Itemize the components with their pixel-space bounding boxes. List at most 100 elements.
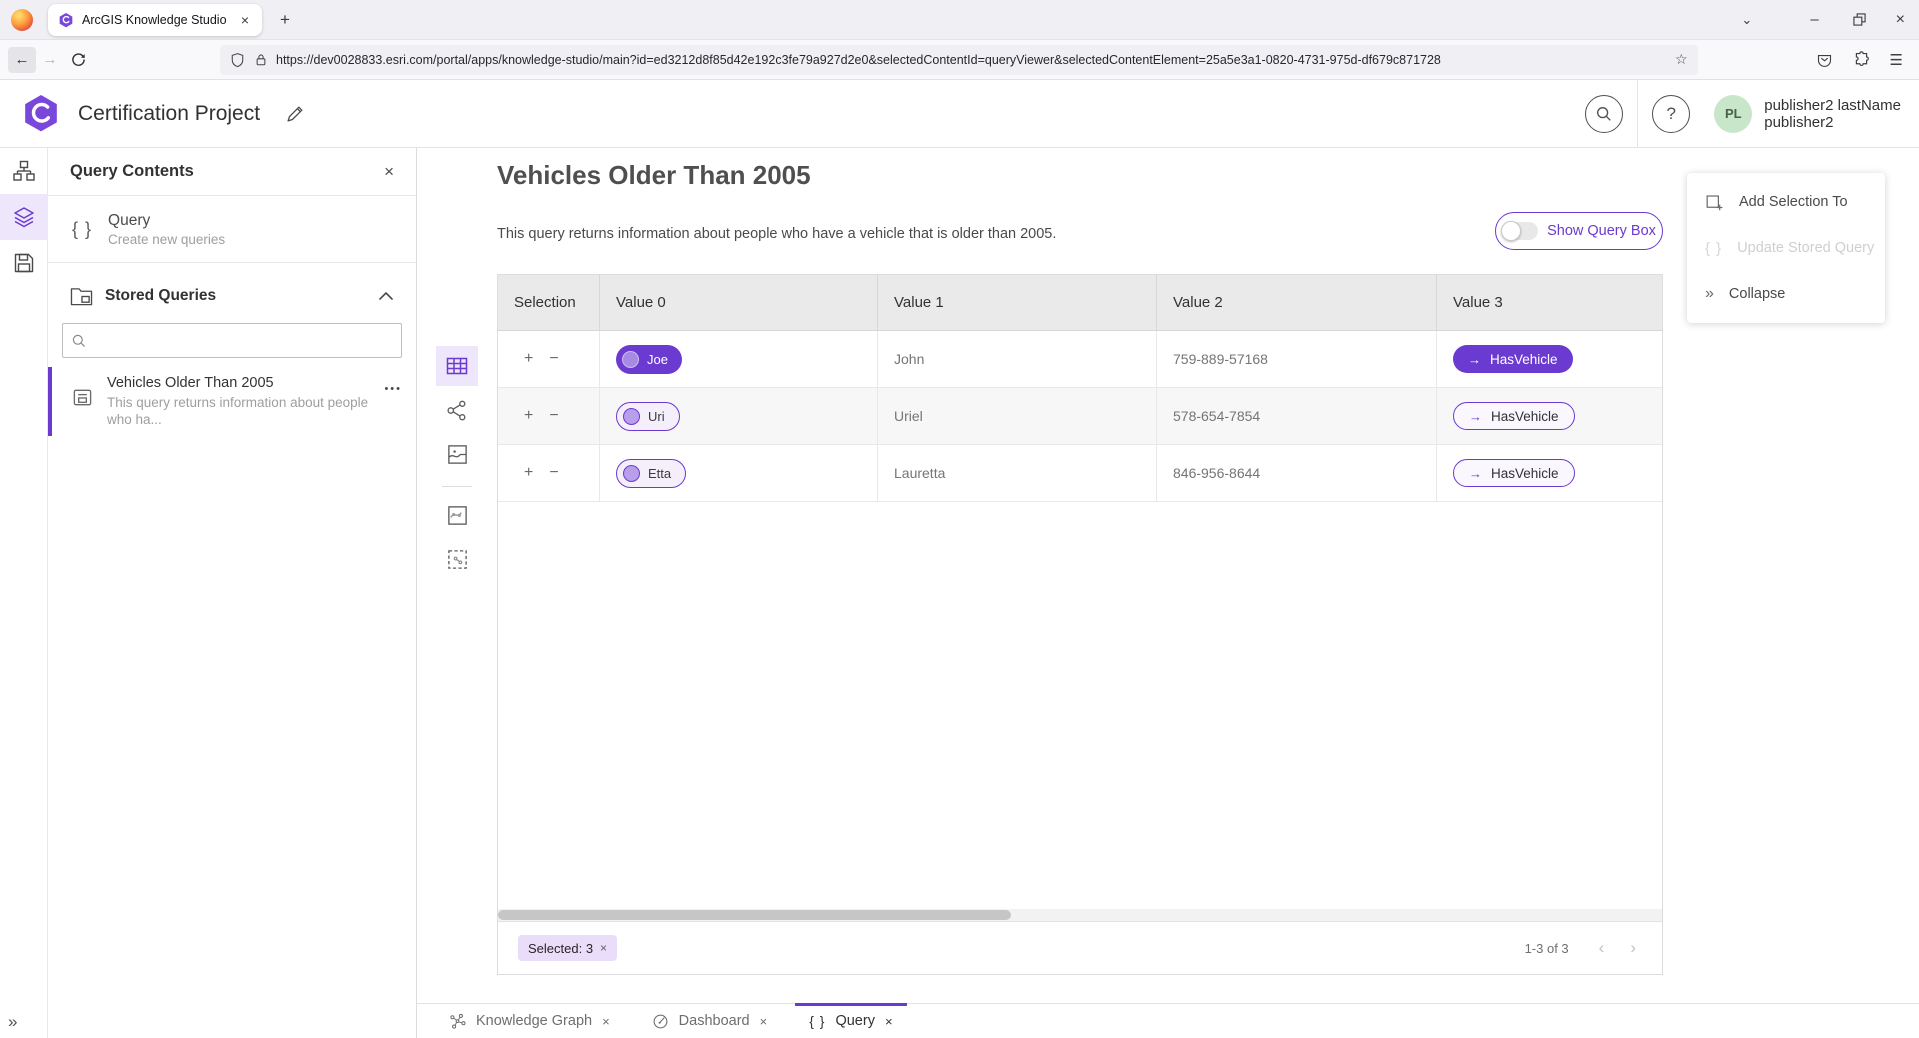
remove-selection-icon[interactable]: − (549, 465, 558, 481)
menu-hamburger-icon[interactable]: ☰ (1890, 51, 1903, 69)
selection-tool-button[interactable] (436, 539, 478, 579)
collapse-icon: » (1705, 285, 1714, 303)
bookmark-star-icon[interactable]: ☆ (1675, 51, 1688, 68)
add-selection-icon[interactable]: + (524, 351, 533, 367)
edit-project-button[interactable] (284, 103, 306, 125)
horizontal-scrollbar[interactable] (498, 909, 1662, 921)
table-row: + − Joe John 759-889-57168 → (498, 331, 1662, 388)
pocket-icon[interactable] (1816, 52, 1833, 68)
tab-knowledge-graph[interactable]: Knowledge Graph × (435, 1004, 624, 1038)
entity-chip[interactable]: Uri (616, 402, 680, 431)
stored-query-title: Vehicles Older Than 2005 (107, 375, 384, 391)
entity-label: Joe (647, 352, 668, 367)
scrollbar-thumb[interactable] (498, 910, 1011, 920)
rail-item-save[interactable] (0, 240, 48, 286)
window-restore-button[interactable] (1853, 13, 1866, 26)
rail-item-data-model[interactable] (0, 148, 48, 194)
table-row: + − Etta Lauretta 846-956-8644 → (498, 445, 1662, 502)
knowledge-graph-icon (449, 1013, 466, 1030)
help-button[interactable]: ? (1652, 95, 1690, 133)
stored-query-item[interactable]: Vehicles Older Than 2005 This query retu… (48, 367, 416, 436)
tab-close-icon[interactable]: × (760, 1014, 768, 1029)
table-view-button[interactable] (436, 346, 478, 386)
search-input[interactable] (93, 333, 393, 349)
menu-item-update-stored-query[interactable]: { } Update Stored Query (1687, 225, 1885, 271)
toolbar-divider (442, 486, 472, 487)
tab-dashboard[interactable]: Dashboard × (638, 1004, 782, 1038)
tab-query[interactable]: { } Query × (795, 1004, 906, 1038)
avatar[interactable]: PL (1714, 95, 1752, 133)
entity-label: Uri (648, 409, 665, 424)
arrow-right-icon: → (1468, 352, 1481, 367)
more-options-icon[interactable]: ••• (384, 383, 402, 428)
project-title: Certification Project (78, 102, 260, 126)
stored-queries-search[interactable] (62, 323, 402, 358)
next-page-button[interactable]: › (1630, 938, 1636, 958)
remove-selection-icon[interactable]: − (549, 408, 558, 424)
relationship-chip[interactable]: → HasVehicle (1453, 345, 1573, 373)
relationship-chip[interactable]: → HasVehicle (1453, 459, 1575, 487)
forward-button[interactable]: → (36, 47, 64, 73)
reload-button[interactable] (64, 47, 92, 73)
column-header[interactable]: Value 3 (1437, 275, 1662, 330)
rail-expand-icon[interactable]: » (8, 1012, 17, 1032)
stored-query-icon (72, 387, 93, 408)
selection-cell: + − (498, 388, 600, 444)
arcgis-knowledge-logo (22, 93, 60, 135)
column-header[interactable]: Value 0 (600, 275, 878, 330)
menu-item-add-selection-to[interactable]: Add Selection To (1687, 179, 1885, 225)
window-close-button[interactable]: × (1896, 11, 1905, 29)
braces-icon: { } (1705, 240, 1722, 257)
entity-dot-icon (623, 408, 640, 425)
back-button[interactable]: ← (8, 47, 36, 73)
toggle-switch[interactable] (1502, 222, 1538, 240)
selected-count-chip[interactable]: Selected: 3 × (518, 935, 617, 961)
new-tab-button[interactable]: + (280, 10, 290, 30)
entity-chip[interactable]: Joe (616, 345, 682, 374)
column-header[interactable]: Value 2 (1157, 275, 1437, 330)
new-query-item[interactable]: { } Query Create new queries (48, 196, 416, 263)
table-row: + − Uri Uriel 578-654-7854 → (498, 388, 1662, 445)
entity-chip[interactable]: Etta (616, 459, 686, 488)
lock-icon (254, 52, 268, 67)
window-minimize-button[interactable]: – (1810, 11, 1818, 28)
column-header[interactable]: Selection (498, 275, 600, 330)
menu-item-collapse[interactable]: » Collapse (1687, 271, 1885, 317)
urlbar-actions: ☰ (1816, 51, 1903, 69)
relationship-chip[interactable]: → HasVehicle (1453, 402, 1575, 430)
rail-item-contents[interactable] (0, 194, 48, 240)
reload-icon (71, 52, 86, 67)
tab-close-icon[interactable]: × (238, 12, 252, 28)
remove-selection-icon[interactable]: − (549, 351, 558, 367)
add-to-map-button[interactable] (436, 495, 478, 535)
page: ArcGIS Knowledge Studio × + ⌄ – × ← → (0, 0, 1919, 1038)
map-view-button[interactable] (436, 434, 478, 474)
user-block[interactable]: publisher2 lastName publisher2 (1764, 97, 1901, 131)
url-field[interactable]: https://dev0028833.esri.com/portal/apps/… (220, 45, 1698, 75)
global-search-button[interactable] (1585, 95, 1623, 133)
link-chart-view-button[interactable] (436, 390, 478, 430)
tab-close-icon[interactable]: × (885, 1014, 893, 1029)
tab-list-chevron-icon[interactable]: ⌄ (1741, 12, 1752, 28)
hierarchy-icon (13, 160, 35, 182)
menu-label: Add Selection To (1739, 194, 1848, 210)
panel-close-icon[interactable]: × (384, 162, 394, 182)
browser-tab[interactable]: ArcGIS Knowledge Studio × (48, 4, 262, 36)
selection-cell: + − (498, 445, 600, 501)
tab-close-icon[interactable]: × (602, 1014, 610, 1029)
previous-page-button[interactable]: ‹ (1599, 938, 1605, 958)
show-query-box-toggle[interactable]: Show Query Box (1495, 212, 1663, 250)
add-selection-icon[interactable]: + (524, 408, 533, 424)
clear-selection-icon[interactable]: × (600, 941, 607, 955)
column-header[interactable]: Value 1 (878, 275, 1157, 330)
results-table: Selection Value 0 Value 1 Value 2 Value … (497, 274, 1663, 975)
add-selection-icon[interactable]: + (524, 465, 533, 481)
stored-queries-title: Stored Queries (105, 287, 378, 305)
entity-label: Etta (648, 466, 671, 481)
table-empty-area (498, 502, 1662, 909)
stored-queries-header[interactable]: Stored Queries (48, 277, 416, 315)
chevron-up-icon[interactable] (378, 291, 394, 301)
stored-query-text: Vehicles Older Than 2005 This query retu… (107, 375, 384, 428)
firefox-icon[interactable] (11, 9, 33, 31)
extensions-puzzle-icon[interactable] (1853, 51, 1870, 68)
